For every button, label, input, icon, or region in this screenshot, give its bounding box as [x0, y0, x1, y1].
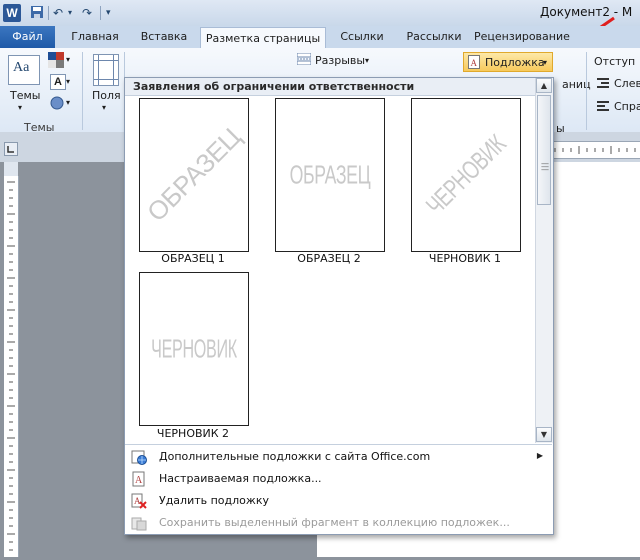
watermark-gallery-dropdown: Заявления об ограничении ответственности…	[124, 77, 554, 535]
menu-separator	[125, 444, 552, 445]
undo-icon[interactable]: ↶	[53, 5, 63, 21]
theme-colors-icon[interactable]	[48, 52, 64, 68]
indent-left-icon	[597, 78, 609, 88]
watermark-preview-text: ЧЕРНОВИК	[151, 333, 237, 364]
grip-icon: — — —	[541, 159, 549, 174]
menu-item-remove-watermark[interactable]: A Удалить подложку	[126, 490, 551, 512]
colors-dropdown-icon[interactable]: ▾	[66, 55, 70, 64]
tab-references[interactable]: Ссылки	[330, 26, 394, 48]
svg-text:A: A	[134, 496, 141, 506]
fonts-dropdown-icon[interactable]: ▾	[66, 77, 70, 86]
qat-separator	[100, 6, 101, 20]
themes-icon[interactable]: Aa	[8, 55, 40, 85]
tab-insert[interactable]: Вставка	[132, 26, 196, 48]
ribbon-tab-row: Файл Главная Вставка Разметка страницы С…	[0, 26, 640, 49]
save-gallery-icon	[131, 517, 147, 531]
tab-file[interactable]: Файл	[0, 26, 55, 48]
vertical-ruler[interactable]	[4, 176, 19, 557]
submenu-arrow-icon: ▶	[536, 451, 543, 460]
themes-dropdown-icon[interactable]: ▾	[18, 103, 22, 112]
redo-icon[interactable]: ↷	[82, 5, 92, 21]
breaks-dropdown-icon[interactable]: ▾	[365, 56, 369, 65]
scroll-down-icon[interactable]: ▼	[536, 427, 552, 442]
tab-review[interactable]: Рецензирование	[474, 26, 580, 48]
custom-watermark-icon: A	[132, 471, 145, 487]
tab-selector-icon[interactable]	[4, 142, 18, 156]
watermark-thumbnail-draft-2[interactable]: ЧЕРНОВИК	[139, 272, 249, 426]
indent-left-label[interactable]: Слев	[614, 77, 640, 90]
watermark-button[interactable]: A Подложка ▾	[463, 52, 553, 72]
watermark-caption: ЧЕРНОВИК 1	[428, 252, 502, 265]
save-icon[interactable]	[30, 5, 44, 21]
margins-button-label[interactable]: Поля	[92, 89, 121, 102]
watermark-dropdown-icon: ▾	[543, 58, 548, 67]
menu-item-label: Настраиваемая подложка...	[159, 472, 322, 485]
watermark-button-label: Подложка	[485, 56, 545, 69]
menu-item-custom-watermark[interactable]: A Настраиваемая подложка...	[126, 468, 551, 490]
menu-item-label: Сохранить выделенный фрагмент в коллекци…	[159, 516, 510, 529]
menu-item-label: Дополнительные подложки с сайта Office.c…	[159, 450, 431, 463]
watermark-preview-text: ЧЕРНОВИК	[419, 128, 512, 221]
tab-home[interactable]: Главная	[60, 26, 130, 48]
watermark-thumbnail-draft-1[interactable]: ЧЕРНОВИК	[411, 98, 521, 252]
watermark-icon: A	[468, 55, 480, 69]
svg-text:A: A	[471, 58, 478, 68]
themes-button-label[interactable]: Темы	[10, 89, 40, 102]
office-globe-icon	[131, 450, 147, 465]
breaks-icon[interactable]	[296, 52, 312, 66]
word-logo-icon[interactable]: W	[3, 4, 21, 22]
undo-dropdown-icon[interactable]: ▾	[68, 5, 72, 21]
customize-qat-icon[interactable]: ▾	[106, 5, 111, 21]
watermark-thumbnail-sample-1[interactable]: ОБРАЗЕЦ	[139, 98, 249, 252]
watermark-caption: ОБРАЗЕЦ 1	[161, 252, 225, 265]
remove-watermark-icon: A	[131, 493, 147, 509]
group-separator	[586, 52, 587, 130]
group-separator	[82, 52, 83, 130]
watermark-preview-text: ОБРАЗЕЦ	[141, 122, 247, 228]
svg-text:A: A	[135, 475, 143, 486]
theme-effects-icon[interactable]	[50, 96, 64, 110]
menu-item-more-watermarks[interactable]: Дополнительные подложки с сайта Office.c…	[126, 446, 551, 468]
qat-separator	[48, 6, 49, 20]
tab-page-layout[interactable]: Разметка страницы	[200, 27, 326, 49]
theme-fonts-icon[interactable]: A	[50, 74, 66, 90]
scrollbar-thumb[interactable]: — — —	[537, 95, 551, 205]
gallery-section-title: Заявления об ограничении ответственности	[125, 78, 535, 96]
watermark-caption: ОБРАЗЕЦ 2	[297, 252, 361, 265]
breaks-button-label[interactable]: Разрывы	[315, 54, 365, 67]
menu-item-label: Удалить подложку	[159, 494, 269, 507]
tab-mailings[interactable]: Рассылки	[400, 26, 468, 48]
watermark-preview-text: ОБРАЗЕЦ	[289, 159, 371, 190]
margins-dropdown-icon[interactable]: ▾	[102, 103, 106, 112]
vertical-ruler-margin	[4, 162, 18, 176]
watermark-thumbnail-sample-2[interactable]: ОБРАЗЕЦ	[275, 98, 385, 252]
indent-right-icon	[597, 101, 609, 111]
effects-dropdown-icon[interactable]: ▾	[66, 98, 70, 107]
scroll-up-icon[interactable]: ▲	[536, 78, 552, 93]
title-bar: W ↶ ▾ ↷ ▾ Документ2 - M	[0, 0, 640, 62]
watermark-caption: ЧЕРНОВИК 2	[156, 427, 230, 440]
indent-label: Отступ	[594, 55, 636, 68]
margins-icon[interactable]	[93, 54, 119, 86]
menu-item-save-to-gallery: Сохранить выделенный фрагмент в коллекци…	[126, 512, 551, 534]
indent-right-label[interactable]: Спра	[614, 100, 640, 113]
gallery-scrollbar[interactable]: ▲ — — — ▼	[535, 78, 553, 443]
